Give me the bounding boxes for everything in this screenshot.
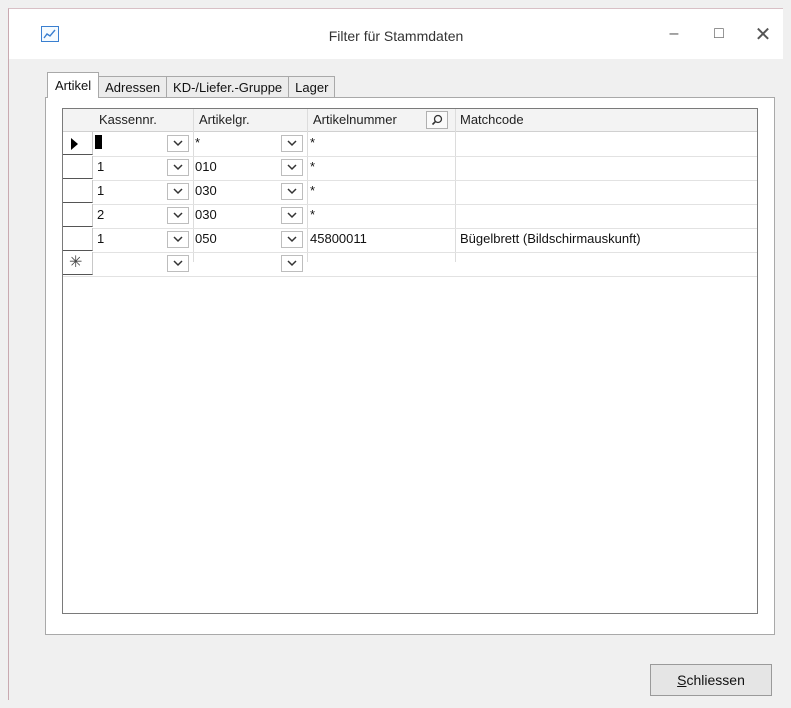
text-cursor [95,135,102,149]
row-selector[interactable] [63,180,93,203]
chevron-down-icon[interactable] [167,135,189,152]
table-row[interactable]: * * [63,132,757,157]
cell-kassennr[interactable] [95,135,103,150]
tab-artikel[interactable]: Artikel [47,72,100,98]
cell-kassennr[interactable]: 1 [97,159,104,174]
maximize-button[interactable]: □ [699,19,739,49]
tab-kd-liefer-gruppe[interactable]: KD-/Liefer.-Gruppe [166,76,290,98]
cell-matchcode[interactable]: Bügelbrett (Bildschirmauskunft) [460,231,641,246]
cell-artikelgr[interactable]: 050 [195,231,217,246]
column-header-kassennr[interactable]: Kassennr. [99,112,157,127]
cell-kassennr[interactable]: 1 [97,231,104,246]
title-bar[interactable]: Filter für Stammdaten – □ ✕ [9,9,783,59]
row-pointer-icon [71,138,78,150]
row-selector[interactable]: ✳ [63,252,93,275]
schliessen-button[interactable]: Schliessen [650,664,772,696]
table-row[interactable]: 1 030 * [63,180,757,205]
client-area: Artikel Adressen KD-/Liefer.-Gruppe Lage… [9,59,783,701]
cell-artikelgr[interactable]: 030 [195,183,217,198]
row-selector[interactable] [63,132,93,155]
table-row[interactable]: 1 010 * [63,156,757,181]
row-selector[interactable] [63,228,93,251]
filter-window: Filter für Stammdaten – □ ✕ Artikel Adre… [8,8,783,701]
asterisk-icon: ✳ [69,254,83,271]
minimize-button[interactable]: – [654,19,694,49]
chevron-down-icon[interactable] [281,159,303,176]
cell-artikelgr[interactable]: 010 [195,159,217,174]
tab-panel-artikel: Kassennr. Artikelgr. Artikelnummer Match… [45,97,775,635]
cell-artikelnummer[interactable]: * [310,183,315,198]
chevron-down-icon[interactable] [281,183,303,200]
row-selector[interactable] [63,156,93,179]
cell-artikelgr[interactable]: 030 [195,207,217,222]
tab-strip: Artikel Adressen KD-/Liefer.-Gruppe Lage… [47,72,336,98]
cell-artikelnummer[interactable]: 45800011 [310,231,367,246]
cell-artikelnummer[interactable]: * [310,135,315,150]
tab-lager[interactable]: Lager [288,76,336,98]
table-row[interactable]: 1 050 45800011 Bügelbrett (Bildschirmaus… [63,228,757,253]
cell-kassennr[interactable]: 1 [97,183,104,198]
row-selector[interactable] [63,204,93,227]
button-label: chliessen [686,672,745,688]
chevron-down-icon[interactable] [167,183,189,200]
grid-header: Kassennr. Artikelgr. Artikelnummer Match… [63,109,757,132]
column-header-artikelgr[interactable]: Artikelgr. [199,112,250,127]
magnifier-icon[interactable] [426,111,448,129]
close-window-button[interactable]: ✕ [743,19,783,49]
column-header-artikelnummer[interactable]: Artikelnummer [313,112,397,127]
chevron-down-icon[interactable] [167,255,189,272]
chevron-down-icon[interactable] [281,207,303,224]
chevron-down-icon[interactable] [281,255,303,272]
column-header-matchcode[interactable]: Matchcode [460,112,524,127]
cell-artikelgr[interactable]: * [195,135,200,150]
chevron-down-icon[interactable] [281,135,303,152]
tab-adressen[interactable]: Adressen [98,76,168,98]
chevron-down-icon[interactable] [167,231,189,248]
chevron-down-icon[interactable] [167,159,189,176]
chevron-down-icon[interactable] [167,207,189,224]
chevron-down-icon[interactable] [281,231,303,248]
table-row[interactable]: 2 030 * [63,204,757,229]
cell-artikelnummer[interactable]: * [310,207,315,222]
new-table-row[interactable]: ✳ [63,252,757,277]
filter-grid[interactable]: Kassennr. Artikelgr. Artikelnummer Match… [62,108,758,614]
cell-artikelnummer[interactable]: * [310,159,315,174]
cell-kassennr[interactable]: 2 [97,207,104,222]
